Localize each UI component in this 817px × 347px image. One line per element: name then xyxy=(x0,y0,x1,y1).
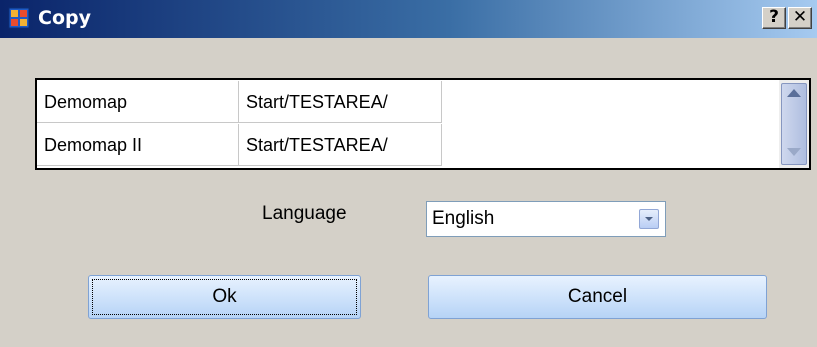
language-select[interactable]: English xyxy=(426,201,666,237)
map-path-cell[interactable]: Start/TESTAREA/ xyxy=(239,124,442,166)
cancel-button[interactable]: Cancel xyxy=(428,275,767,319)
arrow-up-icon[interactable] xyxy=(787,89,801,97)
ok-button[interactable]: Ok xyxy=(88,275,361,319)
arrow-down-icon[interactable] xyxy=(787,148,801,156)
map-name-cell[interactable]: Demomap xyxy=(37,81,239,123)
language-selected-value: English xyxy=(432,208,495,229)
window-title: Copy xyxy=(38,7,91,29)
help-button[interactable]: ? xyxy=(762,7,786,29)
table-row[interactable]: Demomap II Start/TESTAREA/ xyxy=(37,124,442,166)
vertical-scrollbar[interactable] xyxy=(779,80,809,168)
app-window-icon xyxy=(8,7,30,29)
title-bar[interactable]: Copy ? ✕ xyxy=(0,0,817,38)
map-list-grid[interactable]: Demomap Start/TESTAREA/ Demomap II Start… xyxy=(35,78,811,170)
chevron-down-icon xyxy=(645,217,653,221)
copy-dialog: Copy ? ✕ Demomap Start/TESTAREA/ Demomap… xyxy=(0,0,817,347)
map-name-cell[interactable]: Demomap II xyxy=(37,124,239,166)
map-path-cell[interactable]: Start/TESTAREA/ xyxy=(239,81,442,123)
language-label: Language xyxy=(262,203,347,224)
close-button[interactable]: ✕ xyxy=(788,7,812,29)
dropdown-button[interactable] xyxy=(639,209,659,229)
table-row[interactable]: Demomap Start/TESTAREA/ xyxy=(37,81,442,123)
